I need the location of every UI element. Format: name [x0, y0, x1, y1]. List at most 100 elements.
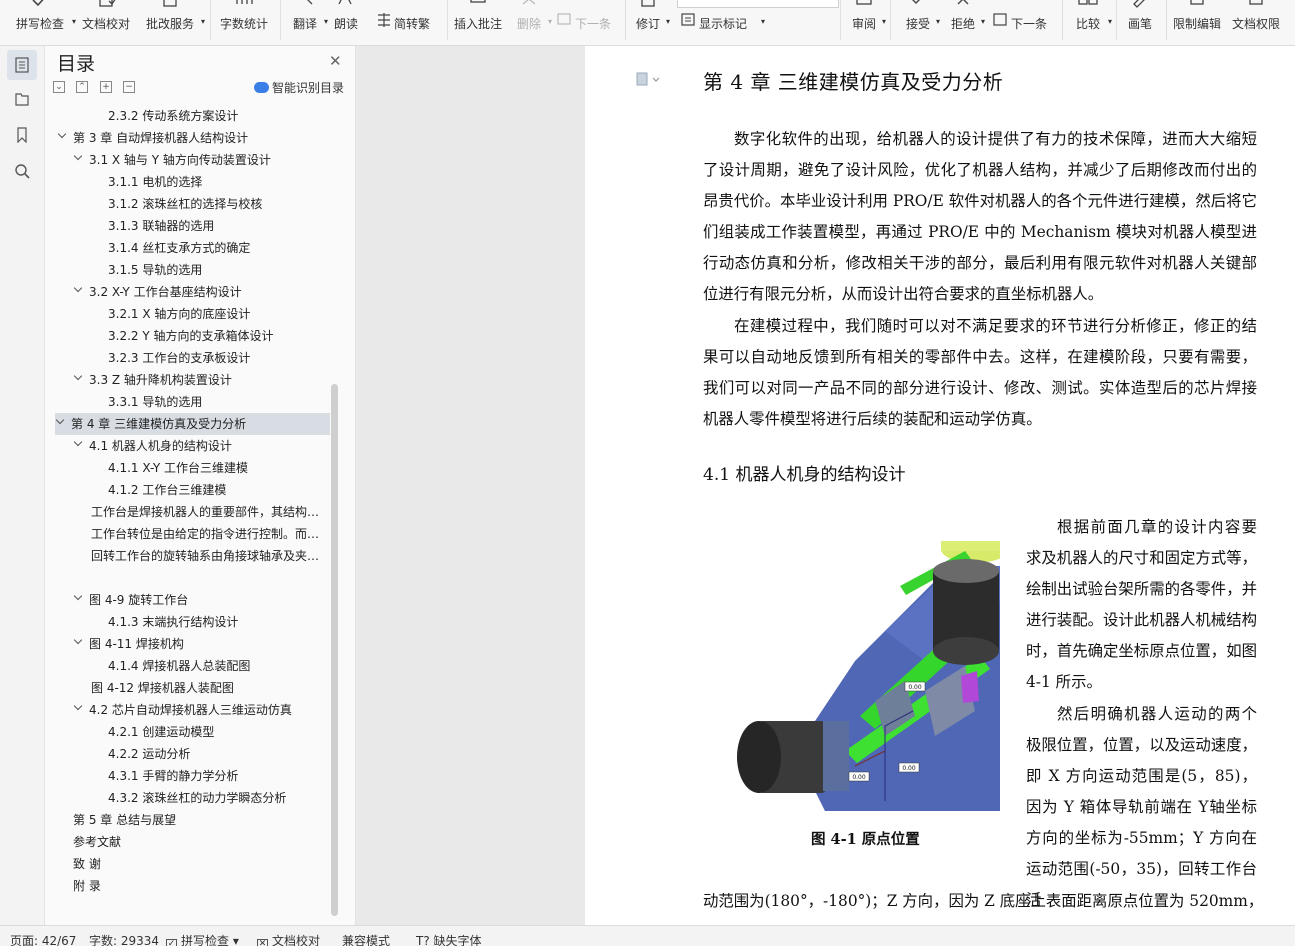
find-button[interactable] [7, 156, 37, 186]
toc-item[interactable]: 第 4 章 三维建模仿真及受力分析 [55, 413, 330, 435]
chevron-down-icon[interactable] [74, 593, 84, 603]
dropdown-arrow-icon[interactable]: ▾ [1108, 17, 1112, 26]
next-change-button[interactable]: 下一条 [993, 0, 1053, 40]
remove-heading-icon[interactable]: − [123, 81, 135, 93]
proofread-button[interactable]: 文档校对 [79, 0, 133, 40]
review-button[interactable]: 审阅 ▾ [846, 0, 886, 40]
figure-4-1-cad-model[interactable]: 0.00 0.00 0.00 [735, 541, 1000, 811]
toc-item-label: 4.1 机器人机身的结构设计 [89, 439, 232, 453]
dropdown-arrow-icon[interactable]: ▾ [761, 17, 765, 26]
chapter-nav-button[interactable] [7, 84, 37, 114]
toc-item[interactable]: 第 3 章 自动焊接机器人结构设计 [57, 127, 330, 149]
toc-item[interactable]: 3.1 X 轴与 Y 轴方向传动装置设计 [57, 149, 330, 171]
chevron-down-icon[interactable] [74, 703, 84, 713]
toc-item-label: 4.1.2 工作台三维建模 [108, 483, 227, 497]
toc-item[interactable]: 第 5 章 总结与展望 [57, 809, 330, 831]
toc-panel-button[interactable] [7, 50, 37, 80]
toc-item[interactable]: 回转工作台的旋转轴系由角接球轴承及夹具组成... [57, 545, 330, 567]
toc-item[interactable]: 3.1.4 丝杠支承方式的确定 [57, 237, 330, 259]
toc-item[interactable]: 工作台转位是由给定的指令进行控制。而转台... [57, 523, 330, 545]
pen-button[interactable]: 画笔 [1122, 0, 1158, 40]
bookmark-button[interactable] [7, 120, 37, 150]
simplified-to-traditional-button[interactable]: 简转繁 [376, 0, 442, 40]
toc-item[interactable]: 3.3 Z 轴升降机构装置设计 [57, 369, 330, 391]
chevron-down-icon[interactable] [74, 373, 84, 383]
toc-item-label: 回转工作台的旋转轴系由角接球轴承及夹具组成... [91, 549, 330, 563]
dropdown-arrow-icon[interactable]: ▾ [981, 17, 985, 26]
revision-service-button[interactable]: 批改服务 ▾ [139, 0, 205, 40]
toc-item[interactable]: 图 4-12 焊接机器人装配图 [57, 677, 330, 699]
close-icon[interactable]: ✕ [329, 52, 342, 70]
toc-item[interactable] [57, 567, 330, 589]
document-permission-button[interactable]: 文档权限 [1229, 0, 1283, 40]
translate-button[interactable]: 翻译 ▾ [286, 0, 328, 40]
word-count-button[interactable]: 字数统计 [216, 0, 272, 40]
toc-item[interactable]: 图 4-9 旋转工作台 [57, 589, 330, 611]
status-spell-check[interactable]: ✓ 拼写检查 ▾ [166, 932, 239, 946]
toc-scrollbar[interactable] [331, 384, 338, 916]
toc-item[interactable]: 3.2.2 Y 轴方向的支承箱体设计 [57, 325, 330, 347]
toc-item[interactable]: 工作台是焊接机器人的重要部件，其结构设计... [57, 501, 330, 523]
dropdown-arrow-icon[interactable]: ▾ [324, 17, 328, 26]
chevron-down-icon[interactable] [56, 417, 66, 427]
smart-toc-button[interactable]: 智能识别目录 [254, 79, 344, 96]
accept-button[interactable]: 接受 ▾ [900, 0, 940, 40]
dropdown-arrow-icon[interactable]: ▾ [936, 17, 940, 26]
toc-item[interactable]: 图 4-11 焊接机构 [57, 633, 330, 655]
dropdown-arrow-icon[interactable]: ▾ [72, 17, 76, 26]
restrict-editing-button[interactable]: 限制编辑 [1170, 0, 1224, 40]
toc-item[interactable]: 4.2.2 运动分析 [57, 743, 330, 765]
read-aloud-button[interactable]: 朗读 [330, 0, 362, 40]
chevron-down-icon[interactable] [74, 153, 84, 163]
toc-item[interactable]: 参考文献 [57, 831, 330, 853]
chevron-down-icon[interactable] [74, 285, 84, 295]
chevron-down-icon[interactable] [74, 637, 84, 647]
toc-item[interactable]: 3.1.2 滚珠丝杠的选择与校核 [57, 193, 330, 215]
toc-item[interactable]: 附 录 [57, 875, 330, 897]
delete-comment-button[interactable]: 删除 ▾ [510, 0, 552, 40]
toc-item-label: 附 录 [73, 879, 101, 893]
dropdown-arrow-icon[interactable]: ▾ [666, 17, 670, 26]
toc-item[interactable]: 4.1.4 焊接机器人总装配图 [57, 655, 330, 677]
toc-item[interactable]: 3.2.1 X 轴方向的底座设计 [57, 303, 330, 325]
toc-item[interactable]: 4.3.2 滚珠丝杠的动力学瞬态分析 [57, 787, 330, 809]
toc-item[interactable]: 3.1.1 电机的选择 [57, 171, 330, 193]
toc-item[interactable]: 3.2.3 工作台的支承板设计 [57, 347, 330, 369]
status-proofread[interactable]: ✕ 文档校对 [257, 932, 320, 946]
toc-item-label: 图 4-9 旋转工作台 [89, 593, 189, 607]
chevron-down-icon[interactable] [74, 439, 84, 449]
insert-comment-button[interactable]: 插入批注 [452, 0, 504, 40]
toc-item[interactable]: 2.3.2 传动系统方案设计 [57, 105, 330, 127]
toc-item[interactable]: 4.1.3 末端执行结构设计 [57, 611, 330, 633]
compare-button[interactable]: 比较 ▾ [1068, 0, 1112, 40]
toc-item[interactable]: 3.3.1 导轨的选用 [57, 391, 330, 413]
collapse-all-icon[interactable]: ⌄ [53, 81, 65, 93]
toc-item[interactable]: 致 谢 [57, 853, 330, 875]
toc-item[interactable]: 4.1 机器人机身的结构设计 [57, 435, 330, 457]
toc-item-label: 4.1.3 末端执行结构设计 [108, 615, 239, 629]
word-count[interactable]: 字数: 29334 [89, 932, 159, 946]
toc-item[interactable]: 4.2 芯片自动焊接机器人三维运动仿真 [57, 699, 330, 721]
toc-item[interactable]: 4.1.2 工作台三维建模 [57, 479, 330, 501]
missing-font[interactable]: T? 缺失字体 [416, 932, 482, 946]
reject-button[interactable]: 拒绝 ▾ [945, 0, 985, 40]
toc-item[interactable]: 4.3.1 手臂的静力学分析 [57, 765, 330, 787]
page-indicator[interactable]: 页面: 42/67 [10, 932, 76, 946]
track-changes-button[interactable]: 修订 ▾ [630, 0, 670, 40]
chevron-down-icon[interactable] [58, 131, 68, 141]
toc-item[interactable]: 3.1.5 导轨的选用 [57, 259, 330, 281]
dropdown-arrow-icon[interactable]: ▾ [201, 17, 205, 26]
next-comment-button[interactable]: 下一条 [557, 0, 617, 40]
toc-item-label: 4.3.2 滚珠丝杠的动力学瞬态分析 [108, 791, 287, 805]
toc-item[interactable]: 4.2.1 创建运动模型 [57, 721, 330, 743]
dropdown-arrow-icon[interactable]: ▾ [548, 17, 552, 26]
add-heading-icon[interactable]: + [100, 81, 112, 93]
expand-up-icon[interactable]: ⌃ [76, 81, 88, 93]
dropdown-arrow-icon[interactable]: ▾ [882, 17, 886, 26]
toc-item[interactable]: 3.1.3 联轴器的选用 [57, 215, 330, 237]
toc-item[interactable]: 4.1.1 X-Y 工作台三维建模 [57, 457, 330, 479]
spell-check-button[interactable]: 拼写检查 ▾ [8, 0, 76, 40]
paragraph-menu-icon[interactable] [636, 72, 660, 86]
show-markup-button[interactable]: 显示标记 ▾ [681, 0, 765, 40]
toc-item[interactable]: 3.2 X-Y 工作台基座结构设计 [57, 281, 330, 303]
